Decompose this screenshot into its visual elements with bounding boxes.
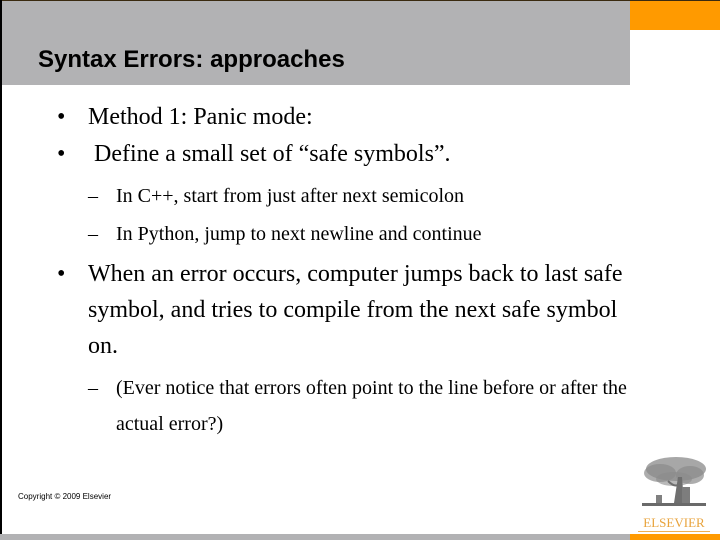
copyright-notice: Copyright © 2009 Elsevier bbox=[18, 492, 112, 501]
slide-title: Syntax Errors: approaches bbox=[38, 46, 345, 73]
footer-band bbox=[0, 534, 630, 540]
logo-underline bbox=[638, 531, 710, 532]
accent-bar-bottom bbox=[630, 534, 720, 540]
elsevier-logo: ELSEVIER bbox=[638, 455, 710, 533]
sub-bullet-marker: – bbox=[88, 377, 98, 399]
bullet-text: When an error occurs, computer jumps bac… bbox=[88, 261, 623, 359]
bullet-text: Method 1: Panic mode: bbox=[88, 104, 313, 130]
accent-bar-top bbox=[630, 1, 720, 30]
elsevier-tree-icon bbox=[642, 457, 706, 506]
sub-bullet-marker: – bbox=[88, 185, 98, 207]
bullet-marker: • bbox=[57, 141, 66, 167]
sub-bullet-text: In Python, jump to next newline and cont… bbox=[116, 223, 482, 245]
sub-bullet-text: (Ever notice that errors often point to … bbox=[116, 377, 627, 435]
bullet-marker: • bbox=[57, 261, 66, 287]
sub-bullet-text: In C++, start from just after next semic… bbox=[116, 185, 465, 207]
elsevier-wordmark: ELSEVIER bbox=[643, 515, 705, 530]
sub-bullet-marker: – bbox=[88, 223, 98, 245]
bullet-marker: • bbox=[57, 104, 66, 130]
bullet-text: Define a small set of “safe symbols”. bbox=[88, 141, 451, 167]
